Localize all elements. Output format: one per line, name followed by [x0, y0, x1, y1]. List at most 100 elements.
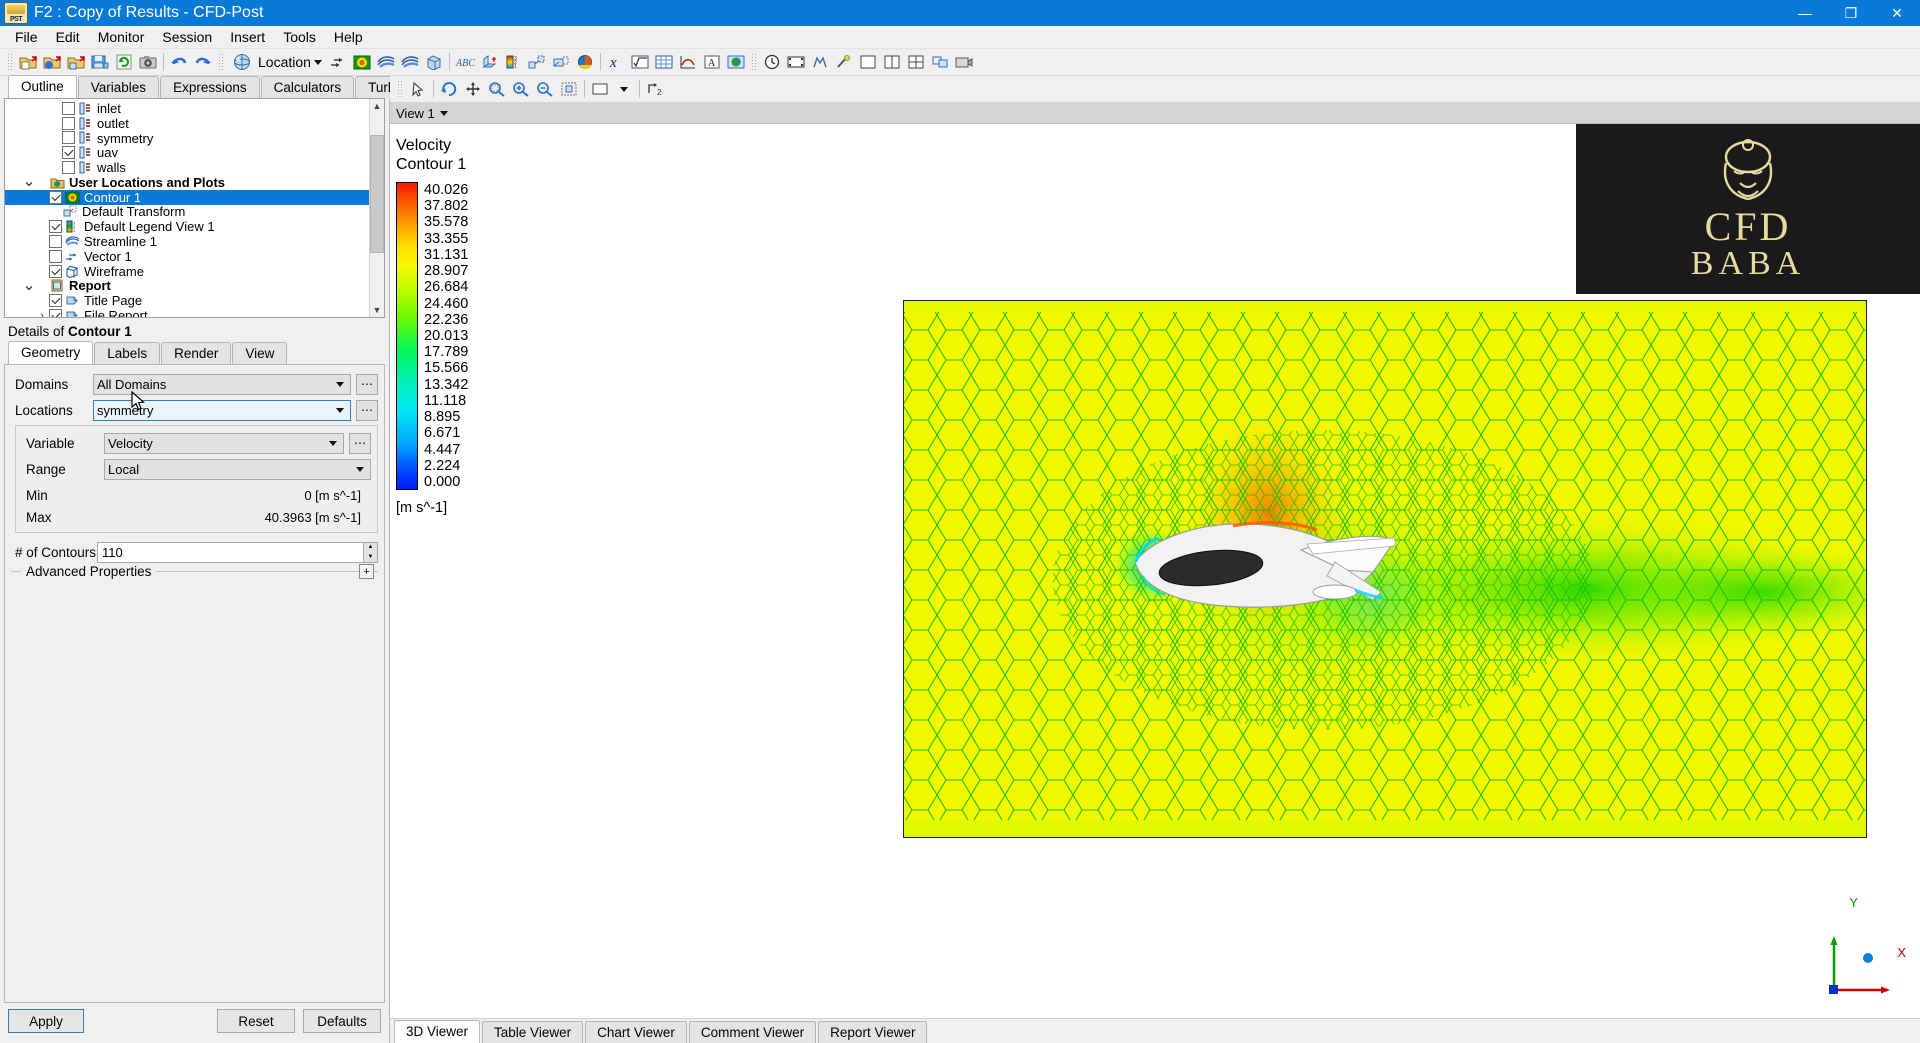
zoom-box-icon[interactable] [486, 78, 508, 100]
camera-icon[interactable] [953, 51, 975, 73]
tree-item-checkbox[interactable] [49, 220, 62, 234]
viewport-2-icon[interactable] [881, 51, 903, 73]
contours-stepper[interactable]: 110 ▲ ▼ [97, 541, 378, 563]
outline-tree[interactable]: inlet outlet symmetry uav walls ⌄ User Locatio… [5, 99, 369, 317]
select-icon[interactable] [407, 78, 429, 100]
zoom-in-icon[interactable] [510, 78, 532, 100]
tree-item-uav[interactable]: uav [5, 145, 369, 160]
menu-monitor[interactable]: Monitor [89, 27, 154, 47]
snapshot-icon[interactable] [137, 51, 159, 73]
tree-item-checkbox[interactable] [62, 101, 75, 115]
tree-item-inlet[interactable]: inlet [5, 101, 369, 116]
viewer-toolbar-grip[interactable] [397, 80, 403, 98]
report-icon[interactable] [725, 51, 747, 73]
tab-view[interactable]: View [232, 342, 288, 364]
toolbar-grip-3[interactable] [750, 53, 757, 71]
viewport-layout-icon[interactable] [589, 78, 611, 100]
reset-button[interactable]: Reset [217, 1009, 295, 1033]
clip-plane-icon[interactable] [550, 51, 572, 73]
close-button[interactable]: ✕ [1874, 0, 1920, 26]
chevron-down-icon[interactable]: ⌄ [22, 174, 36, 190]
streamline-alt-icon[interactable] [399, 51, 421, 73]
load-state-icon[interactable] [65, 51, 87, 73]
maximize-button[interactable]: ❐ [1828, 0, 1874, 26]
tab-calculators[interactable]: Calculators [260, 76, 355, 98]
domains-browse-button[interactable]: ⋯ [356, 373, 378, 395]
menu-edit[interactable]: Edit [47, 27, 89, 47]
scroll-up-icon[interactable]: ▲ [370, 99, 384, 113]
refresh-icon[interactable] [113, 51, 135, 73]
tree-item-file-report[interactable]: › File Report [5, 308, 369, 317]
tree-item-checkbox[interactable] [62, 146, 75, 160]
redo-icon[interactable] [192, 51, 214, 73]
3d-viewport[interactable]: Velocity Contour 1 40.026 37.802 35.578 33.… [390, 124, 1920, 1018]
animation-icon[interactable] [785, 51, 807, 73]
tree-item-symmetry[interactable]: symmetry [5, 131, 369, 146]
undo-icon[interactable] [168, 51, 190, 73]
tree-item-report[interactable]: ⌄ Report [5, 277, 369, 293]
tab-expressions[interactable]: Expressions [160, 76, 260, 98]
variable-browse-button[interactable]: ⋯ [349, 432, 371, 454]
view-name[interactable]: View 1 [396, 106, 435, 121]
scroll-thumb[interactable] [370, 135, 384, 253]
color-map-icon[interactable] [574, 51, 596, 73]
tree-item-checkbox[interactable] [49, 190, 62, 204]
scroll-down-icon[interactable]: ▼ [370, 303, 384, 317]
tab-3d-viewer[interactable]: 3D Viewer [394, 1020, 481, 1043]
tab-labels[interactable]: Labels [94, 342, 161, 364]
range-combo[interactable]: Local [104, 458, 371, 480]
domains-combo[interactable]: All Domains [93, 373, 351, 395]
volume-render-icon[interactable] [423, 51, 445, 73]
tree-item-user-locations-and-plots[interactable]: ⌄ User Locations and Plots [5, 174, 369, 190]
sync-camera-icon[interactable]: 2 [644, 78, 666, 100]
locations-combo[interactable]: symmetry [93, 399, 351, 421]
rotate-icon[interactable] [438, 78, 460, 100]
viewport-4-icon[interactable] [905, 51, 927, 73]
tree-item-default-legend-view-1[interactable]: 3 2 1 Default Legend View 1 [5, 219, 369, 234]
tree-item-checkbox[interactable] [49, 249, 62, 263]
locations-browse-button[interactable]: ⋯ [356, 399, 378, 421]
tree-item-checkbox[interactable] [49, 264, 62, 278]
sync-icon[interactable] [929, 51, 951, 73]
location-dropdown-button[interactable]: Location [227, 51, 326, 73]
macro-icon[interactable] [809, 51, 831, 73]
tree-item-checkbox[interactable] [49, 294, 62, 308]
layout-caret-icon[interactable] [613, 78, 635, 100]
advanced-properties-expand-icon[interactable]: + [359, 564, 374, 579]
tree-item-title-page[interactable]: Title Page [5, 293, 369, 308]
contour-icon[interactable] [351, 51, 373, 73]
tree-item-streamline-1[interactable]: Streamline 1 [5, 234, 369, 249]
tree-item-checkbox[interactable] [49, 309, 62, 317]
fit-view-icon[interactable] [558, 78, 580, 100]
instancing-icon[interactable] [526, 51, 548, 73]
apply-button[interactable]: Apply [8, 1009, 84, 1033]
tree-item-checkbox[interactable] [62, 161, 75, 175]
menu-insert[interactable]: Insert [221, 27, 274, 47]
tree-item-wireframe[interactable]: Wireframe [5, 264, 369, 279]
text-icon[interactable]: ABC [454, 51, 476, 73]
pan-icon[interactable] [462, 78, 484, 100]
menu-help[interactable]: Help [325, 27, 372, 47]
tree-item-checkbox[interactable] [62, 131, 75, 145]
tab-chart-viewer[interactable]: Chart Viewer [585, 1021, 687, 1043]
tree-scrollbar[interactable]: ▲ ▼ [369, 99, 384, 317]
viewport-1-icon[interactable] [857, 51, 879, 73]
chevron-down-icon[interactable] [439, 110, 448, 116]
variable-combo[interactable]: Velocity [104, 432, 344, 454]
tree-item-walls[interactable]: walls [5, 160, 369, 175]
open-file-icon[interactable] [17, 51, 39, 73]
contours-spin-buttons[interactable]: ▲ ▼ [363, 542, 377, 562]
tree-item-vector-1[interactable]: Vector 1 [5, 249, 369, 264]
toolbar-grip[interactable] [7, 53, 13, 71]
table-icon[interactable] [653, 51, 675, 73]
tree-item-checkbox[interactable] [62, 116, 75, 130]
tab-geometry[interactable]: Geometry [8, 341, 94, 364]
zoom-out-icon[interactable] [534, 78, 556, 100]
toolbar-grip-2[interactable] [218, 53, 224, 71]
coordinate-frame-icon[interactable] [478, 51, 500, 73]
streamline-icon[interactable] [375, 51, 397, 73]
tab-comment-viewer[interactable]: Comment Viewer [688, 1021, 817, 1043]
vector-icon[interactable] [327, 51, 349, 73]
tab-variables[interactable]: Variables [77, 76, 160, 98]
cfd-contour-scene[interactable] [903, 300, 1867, 838]
